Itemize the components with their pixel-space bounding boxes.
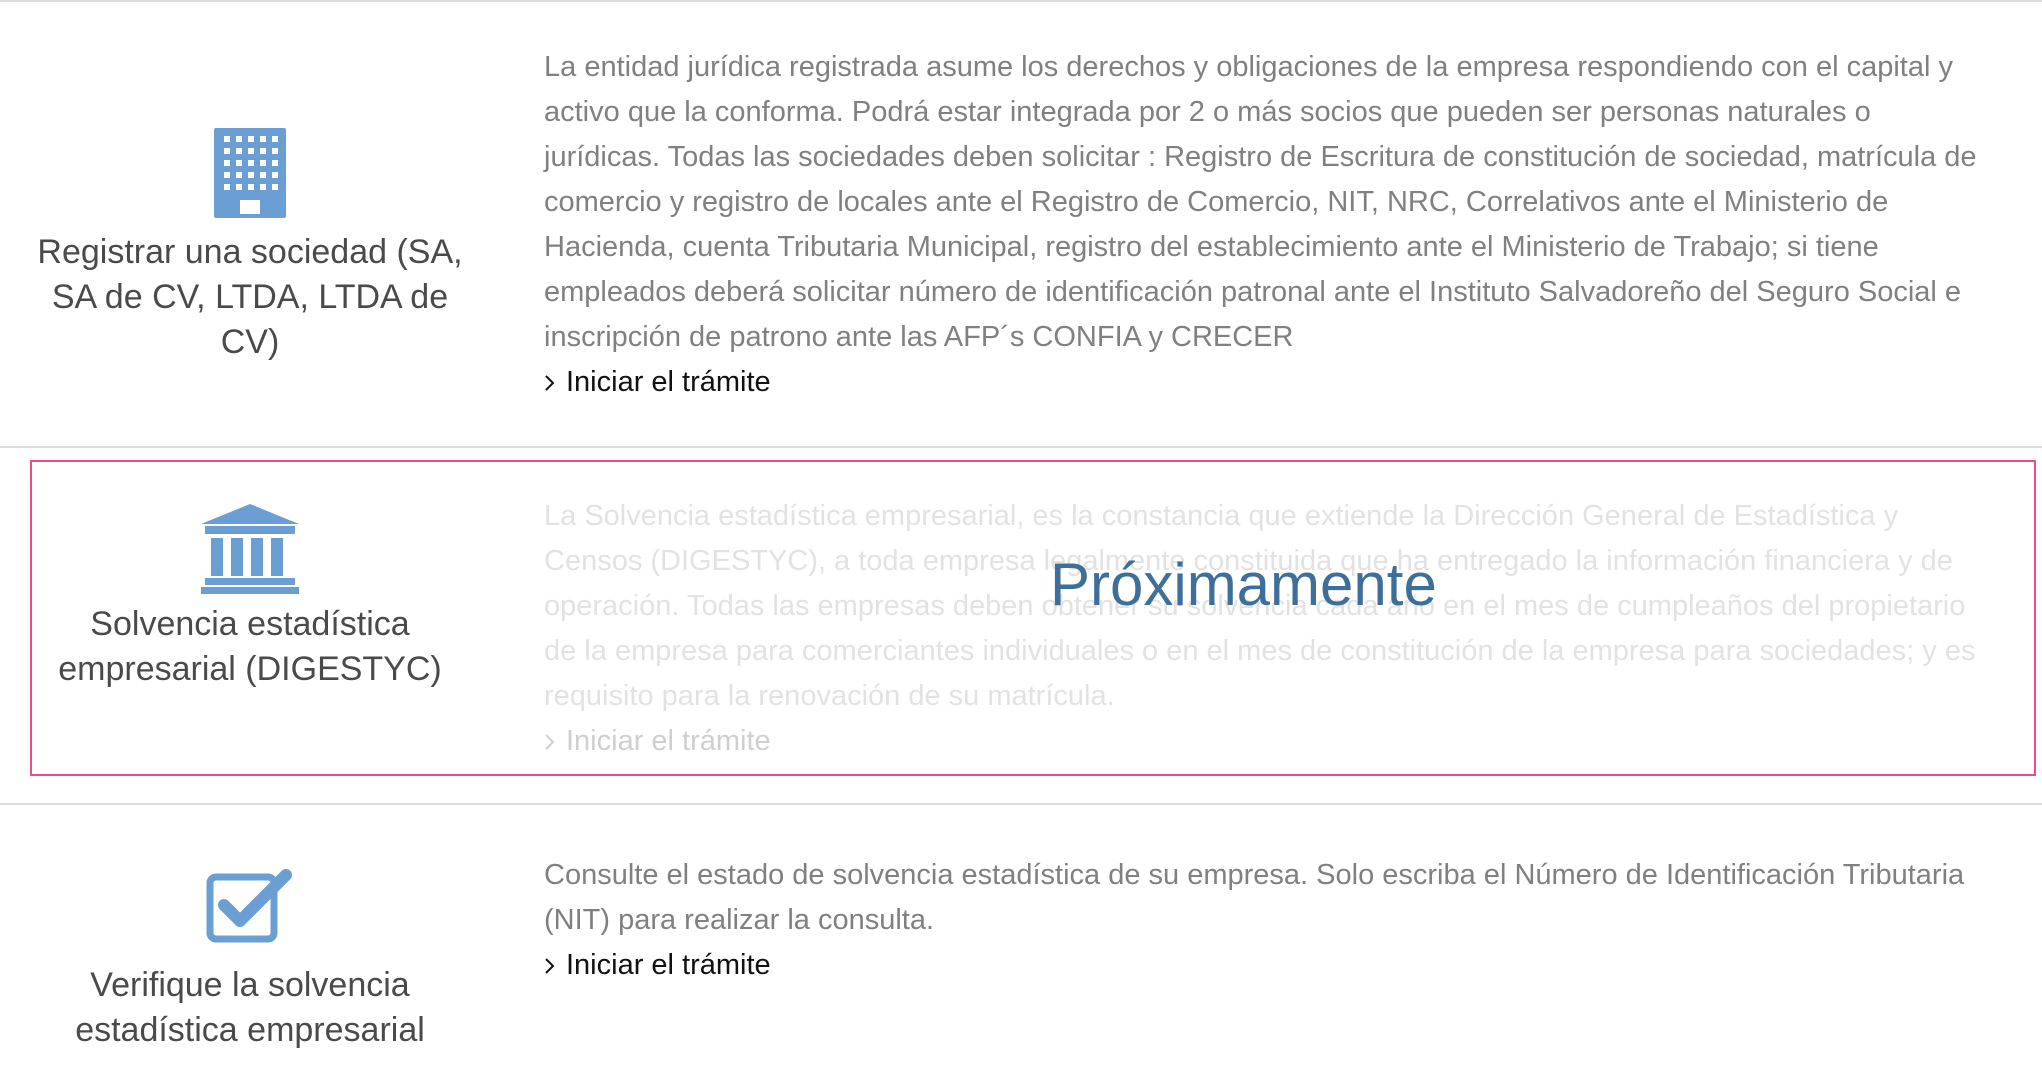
- cta-label: Iniciar el trámite: [566, 725, 771, 757]
- chevron-right-icon: [545, 374, 555, 391]
- start-procedure-link[interactable]: Iniciar el trámite: [544, 360, 771, 405]
- cta-label: Iniciar el trámite: [566, 366, 771, 398]
- checkbox-check-icon: [206, 869, 292, 943]
- chevron-right-icon: [545, 957, 555, 974]
- service-item-verify-solvency: Verifique la solvencia estadística empre…: [0, 805, 2042, 1074]
- service-body: Consulte el estado de solvencia estadíst…: [544, 853, 1984, 988]
- service-body: La Solvencia estadística empresarial, es…: [544, 494, 1984, 764]
- service-item-digestyc: Solvencia estadística empresarial (DIGES…: [0, 460, 2042, 778]
- chevron-right-icon: [545, 733, 555, 750]
- service-description: La entidad jurídica registrada asume los…: [544, 51, 1977, 353]
- divider: [0, 446, 2042, 448]
- building-icon: [214, 128, 286, 218]
- bank-icon: [201, 504, 299, 594]
- service-title: Registrar una sociedad (SA, SA de CV, LT…: [37, 233, 463, 361]
- service-header: Verifique la solvencia estadística empre…: [0, 869, 500, 1053]
- service-description: Consulte el estado de solvencia estadíst…: [544, 859, 1965, 936]
- start-procedure-link[interactable]: Iniciar el trámite: [544, 943, 771, 988]
- cta-label: Iniciar el trámite: [566, 949, 771, 981]
- service-title: Verifique la solvencia estadística empre…: [75, 966, 425, 1049]
- service-body: La entidad jurídica registrada asume los…: [544, 45, 1984, 405]
- start-procedure-link[interactable]: Iniciar el trámite: [544, 719, 771, 764]
- coming-soon-label: Próximamente: [1050, 551, 1437, 618]
- service-header: Registrar una sociedad (SA, SA de CV, LT…: [0, 128, 500, 365]
- service-item-register-company: Registrar una sociedad (SA, SA de CV, LT…: [0, 0, 2042, 446]
- service-title: Solvencia estadística empresarial (DIGES…: [58, 605, 442, 688]
- service-header: Solvencia estadística empresarial (DIGES…: [0, 504, 500, 692]
